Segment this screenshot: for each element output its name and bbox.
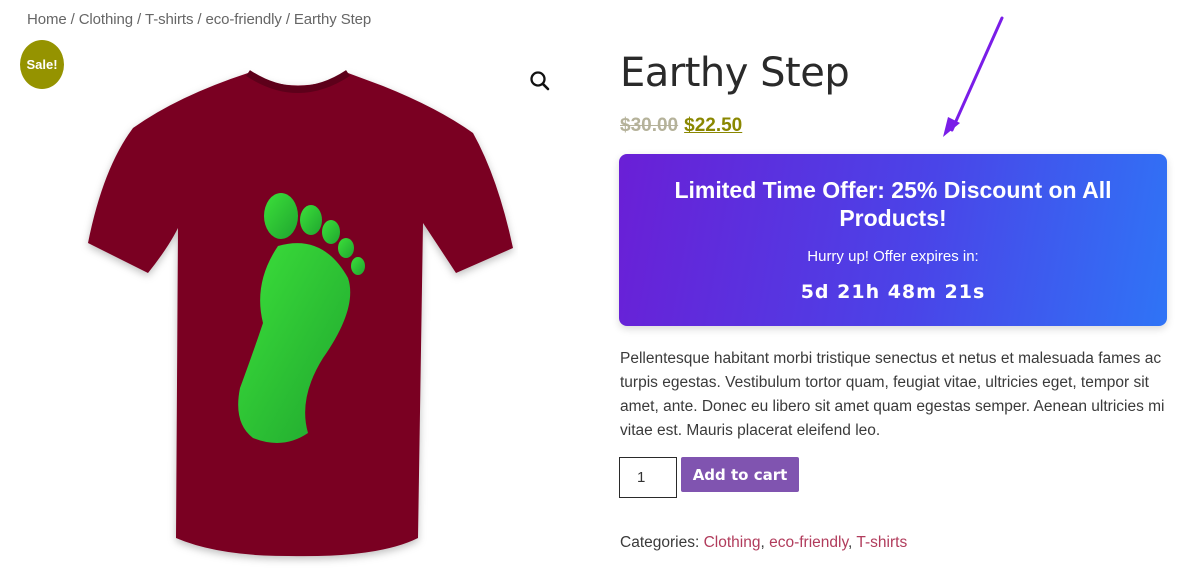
breadcrumb-home[interactable]: Home	[27, 11, 67, 28]
category-link-clothing[interactable]: Clothing	[704, 534, 761, 551]
quantity-input[interactable]	[619, 457, 677, 498]
sale-badge: Sale!	[20, 40, 64, 89]
offer-subtitle: Hurry up! Offer expires in:	[807, 248, 979, 265]
limited-offer-banner: Limited Time Offer: 25% Discount on All …	[619, 154, 1167, 326]
original-price: $30.00	[620, 115, 679, 136]
product-description: Pellentesque habitant morbi tristique se…	[620, 350, 1165, 439]
breadcrumb-separator: /	[285, 11, 290, 28]
add-to-cart-button[interactable]: Add to cart	[681, 457, 799, 492]
sale-price: $22.50	[684, 115, 743, 136]
breadcrumb: Home / Clothing / T-shirts / eco-friendly / Eart…	[27, 11, 371, 28]
breadcrumb-tshirts[interactable]: T-shirts	[145, 11, 193, 28]
breadcrumb-separator: /	[197, 11, 202, 28]
product-price: $30.00 $22.50	[620, 115, 742, 137]
category-link-eco-friendly[interactable]: eco-friendly	[769, 534, 848, 551]
breadcrumb-separator: /	[136, 11, 142, 28]
category-link-tshirts[interactable]: T-shirts	[856, 534, 907, 551]
zoom-button[interactable]	[527, 68, 553, 94]
offer-title: Limited Time Offer: 25% Discount on All …	[674, 177, 1112, 231]
breadcrumb-current: Earthy Step	[293, 11, 372, 28]
product-image	[88, 70, 513, 557]
product-title: Earthy Step	[620, 50, 850, 96]
breadcrumb-clothing[interactable]: Clothing	[79, 11, 133, 28]
offer-countdown: 5d 21h 48m 21s	[800, 281, 986, 303]
magnifier-icon	[530, 71, 550, 91]
arrow-icon	[943, 16, 1004, 137]
product-categories: Categories: Clothing, eco-friendly, T-sh…	[620, 534, 908, 551]
breadcrumb-eco-friendly[interactable]: eco-friendly	[205, 11, 281, 28]
breadcrumb-separator: /	[70, 11, 75, 28]
categories-label: Categories:	[620, 534, 700, 551]
